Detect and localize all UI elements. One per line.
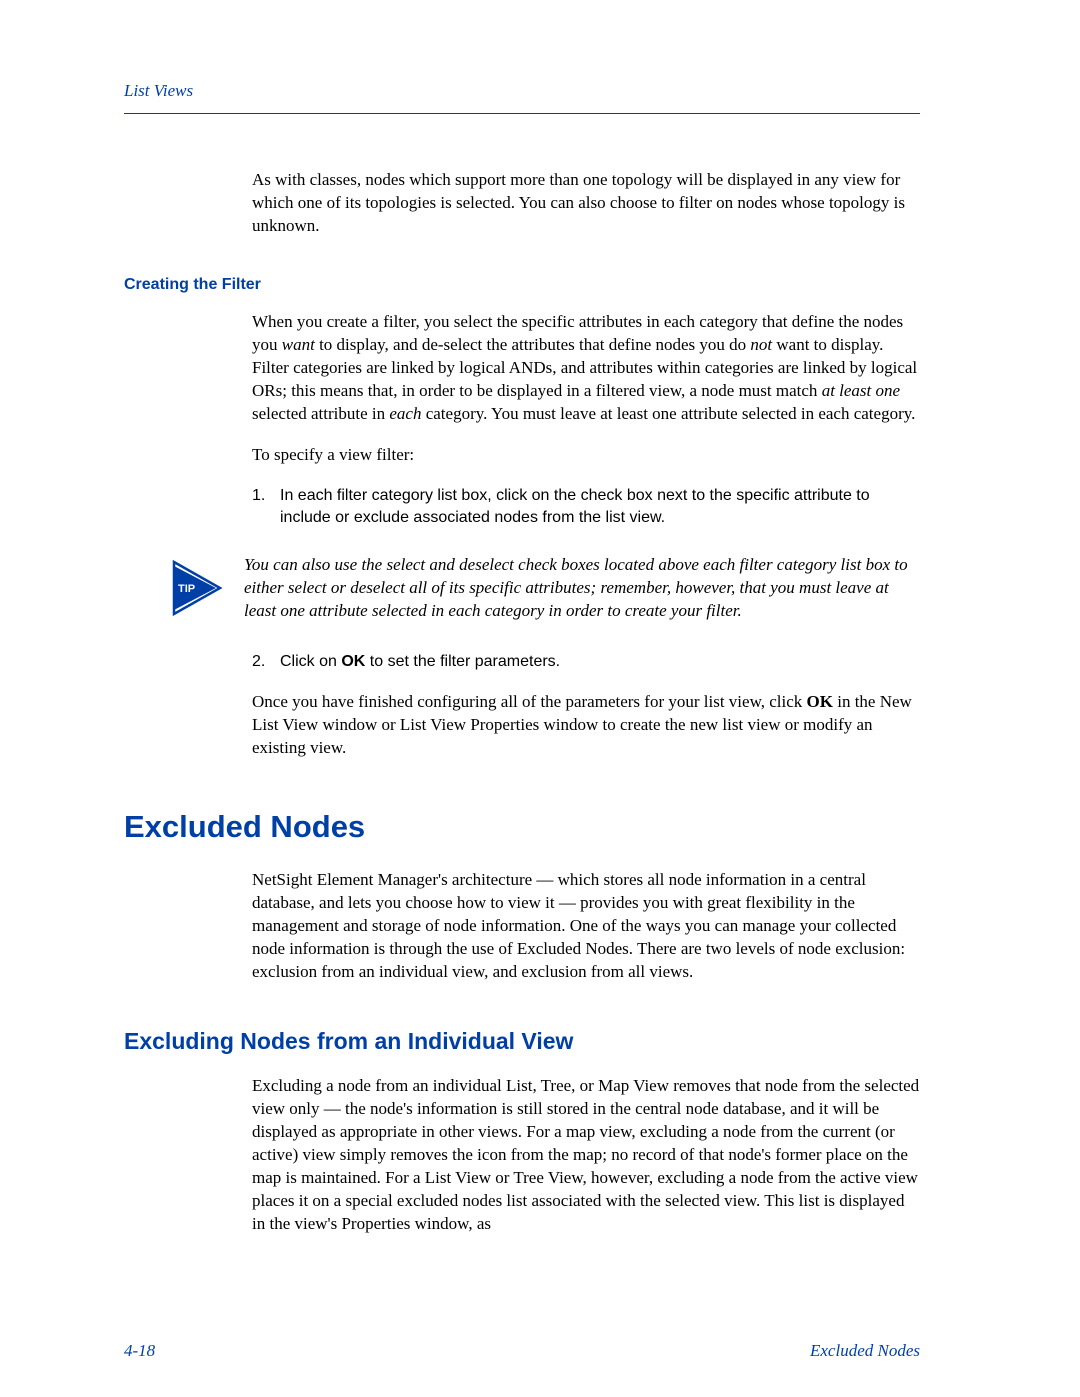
excluded-nodes-paragraph: NetSight Element Manager's architecture … [252, 869, 920, 984]
heading-excluding-individual: Excluding Nodes from an Individual View [124, 1026, 920, 1057]
tip-label: TIP [178, 583, 195, 595]
header-rule [124, 113, 920, 114]
step-1: 1. In each filter category list box, cli… [252, 485, 920, 528]
creating-filter-paragraph: When you create a filter, you select the… [252, 311, 920, 426]
page-footer: 4-18 Excluded Nodes [124, 1340, 920, 1363]
header-title: List Views [124, 80, 920, 103]
intro-paragraph: As with classes, nodes which support mor… [252, 169, 920, 238]
step-2-text: Click on OK to set the filter parameters… [280, 651, 560, 673]
tip-text: You can also use the select and deselect… [244, 554, 920, 623]
excluding-individual-paragraph: Excluding a node from an individual List… [252, 1075, 920, 1236]
step-2: 2. Click on OK to set the filter paramet… [252, 651, 920, 673]
footer-section: Excluded Nodes [810, 1340, 920, 1363]
subheading-creating-filter: Creating the Filter [124, 274, 920, 296]
heading-excluded-nodes: Excluded Nodes [124, 806, 920, 848]
step-1-number: 1. [252, 485, 280, 528]
specify-text: To specify a view filter: [252, 444, 920, 467]
tip-block: TIP You can also use the select and dese… [170, 554, 920, 625]
step-2-number: 2. [252, 651, 280, 673]
footer-page-number: 4-18 [124, 1340, 155, 1363]
tip-icon: TIP [170, 558, 224, 625]
step-1-text: In each filter category list box, click … [280, 485, 920, 528]
finish-paragraph: Once you have finished configuring all o… [252, 691, 920, 760]
